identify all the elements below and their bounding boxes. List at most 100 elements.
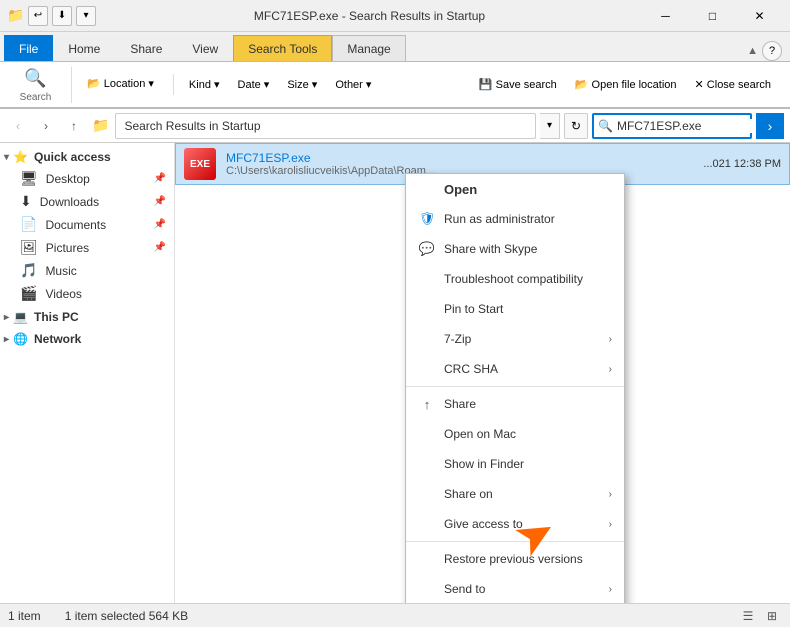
- quick-access-btn-2[interactable]: ⬇: [52, 6, 72, 26]
- main-layout: ▾ ⭐ Quick access 🖥 Desktop 📌 ⬇ Downloads…: [0, 143, 790, 603]
- sidebar-item-videos[interactable]: 🎬 Videos: [0, 282, 174, 305]
- ctx-restore-prev[interactable]: Restore previous versions: [406, 544, 624, 574]
- pin-icon: 📌: [154, 173, 166, 184]
- send-to-icon: [418, 580, 436, 598]
- quick-access-btn-1[interactable]: ↩: [28, 6, 48, 26]
- ctx-show-in-finder[interactable]: Show in Finder: [406, 449, 624, 479]
- mac-icon: [418, 425, 436, 443]
- ctx-arrow-crc: ›: [609, 364, 612, 375]
- network-section: ▸ 🌐 Network: [0, 329, 174, 349]
- file-info: MFC71ESP.exe C:\Users\karolisliucveikis\…: [226, 151, 435, 177]
- window-controls: ─ □ ✕: [643, 0, 782, 32]
- shield-icon: 🛡: [418, 210, 436, 228]
- maximize-button[interactable]: □: [690, 0, 735, 32]
- pin-icon-pic: 📌: [154, 242, 166, 253]
- quick-access-label: Quick access: [34, 150, 111, 164]
- address-bar: ‹ › ↑ 📁 Search Results in Startup ▾ ↻ 🔍 …: [0, 109, 790, 143]
- ctx-share-skype[interactable]: 💬 Share with Skype: [406, 234, 624, 264]
- tab-file[interactable]: File: [4, 35, 53, 61]
- forward-button[interactable]: ›: [34, 114, 58, 138]
- tab-search-tools[interactable]: Search Tools: [233, 35, 332, 61]
- pictures-label: Pictures: [46, 241, 89, 255]
- downloads-icon: ⬇: [20, 193, 32, 210]
- desktop-label: Desktop: [46, 172, 90, 186]
- address-path-box[interactable]: Search Results in Startup: [115, 113, 536, 139]
- quick-access-section: ▾ ⭐ Quick access 🖥 Desktop 📌 ⬇ Downloads…: [0, 147, 174, 305]
- sidebar-item-documents[interactable]: 📄 Documents 📌: [0, 213, 174, 236]
- help-button[interactable]: ?: [762, 41, 782, 61]
- app-icon: 📁: [8, 8, 24, 24]
- close-button[interactable]: ✕: [737, 0, 782, 32]
- details-view-btn[interactable]: ☰: [738, 607, 758, 625]
- ctx-arrow-share-on: ›: [609, 489, 612, 500]
- access-icon: [418, 515, 436, 533]
- open-icon: [418, 180, 436, 198]
- quick-access-header[interactable]: ▾ ⭐ Quick access: [0, 147, 174, 167]
- tab-manage[interactable]: Manage: [332, 35, 405, 61]
- ctx-sep-1: [406, 386, 624, 387]
- search-box-icon: 🔍: [598, 119, 613, 133]
- videos-icon: 🎬: [20, 285, 37, 302]
- sidebar-item-music[interactable]: 🎵 Music: [0, 259, 174, 282]
- ctx-arrow-7zip: ›: [609, 334, 612, 345]
- ribbon-search-btn[interactable]: 🔍: [19, 67, 51, 90]
- refresh-button[interactable]: ↻: [564, 113, 588, 139]
- ctx-open-on-mac[interactable]: Open on Mac: [406, 419, 624, 449]
- quick-access-btn-3[interactable]: ▾: [76, 6, 96, 26]
- ribbon-kind-btn[interactable]: Kind ▾: [182, 75, 227, 94]
- expand-icon-pc: ▸: [4, 312, 9, 323]
- ribbon-date-btn[interactable]: Date ▾: [231, 75, 277, 94]
- ctx-run-as-admin[interactable]: 🛡 Run as administrator: [406, 204, 624, 234]
- ribbon-save-search-btn[interactable]: 💾 Save search: [472, 75, 564, 94]
- sidebar-item-desktop[interactable]: 🖥 Desktop 📌: [0, 167, 174, 190]
- view-toggle: ☰ ⊞: [738, 607, 782, 625]
- expand-icon-net: ▸: [4, 334, 9, 345]
- tab-share[interactable]: Share: [115, 35, 177, 61]
- file-name: MFC71ESP.exe: [226, 151, 435, 165]
- tab-home[interactable]: Home: [53, 35, 115, 61]
- videos-label: Videos: [45, 287, 81, 301]
- ribbon-location-btn[interactable]: 📂 Location ▾: [80, 74, 161, 93]
- sidebar-item-downloads[interactable]: ⬇ Downloads 📌: [0, 190, 174, 213]
- ctx-pin-start[interactable]: Pin to Start: [406, 294, 624, 324]
- music-icon: 🎵: [20, 262, 37, 279]
- ctx-send-to[interactable]: Send to ›: [406, 574, 624, 603]
- ribbon-close-search-btn[interactable]: ✕ Close search: [688, 75, 778, 94]
- pin-icon-doc: 📌: [154, 219, 166, 230]
- network-header[interactable]: ▸ 🌐 Network: [0, 329, 174, 349]
- ribbon: File Home Share View Search Tools Manage…: [0, 32, 790, 109]
- back-button[interactable]: ‹: [6, 114, 30, 138]
- title-bar: 📁 ↩ ⬇ ▾ MFC71ESP.exe - Search Results in…: [0, 0, 790, 32]
- window-title: MFC71ESP.exe - Search Results in Startup: [96, 9, 643, 23]
- ctx-7zip[interactable]: 7-Zip ›: [406, 324, 624, 354]
- expand-icon: ▾: [4, 152, 9, 163]
- this-pc-header[interactable]: ▸ 💻 This PC: [0, 307, 174, 327]
- ctx-open[interactable]: Open: [406, 174, 624, 204]
- search-go-button[interactable]: ›: [756, 113, 784, 139]
- content-area: fish.. EXE MFC71ESP.exe C:\Users\karolis…: [175, 143, 790, 603]
- ctx-crc-sha[interactable]: CRC SHA ›: [406, 354, 624, 384]
- search-input[interactable]: [617, 119, 772, 133]
- ctx-share[interactable]: ↑ Share: [406, 389, 624, 419]
- file-type-text: EXE: [190, 159, 210, 170]
- item-selected: 1 item selected 564 KB: [65, 609, 188, 623]
- ribbon-search-label: Search: [20, 92, 52, 103]
- item-count: 1 item: [8, 609, 41, 623]
- status-bar: 1 item 1 item selected 564 KB ☰ ⊞: [0, 603, 790, 627]
- search-box: 🔍 ✕: [592, 113, 752, 139]
- ctx-share-on[interactable]: Share on ›: [406, 479, 624, 509]
- ctx-troubleshoot[interactable]: Troubleshoot compatibility: [406, 264, 624, 294]
- ribbon-other-btn[interactable]: Other ▾: [328, 75, 378, 94]
- this-pc-section: ▸ 💻 This PC: [0, 307, 174, 327]
- ribbon-size-btn[interactable]: Size ▾: [280, 75, 324, 94]
- sidebar-item-pictures[interactable]: 🖼 Pictures 📌: [0, 236, 174, 259]
- network-label: Network: [34, 332, 81, 346]
- ribbon-open-location-btn[interactable]: 📂 Open file location: [568, 75, 684, 94]
- documents-label: Documents: [45, 218, 106, 232]
- address-dropdown-btn[interactable]: ▾: [540, 113, 560, 139]
- title-bar-left: 📁 ↩ ⬇ ▾: [8, 6, 96, 26]
- minimize-button[interactable]: ─: [643, 0, 688, 32]
- up-button[interactable]: ↑: [62, 114, 86, 138]
- large-icons-view-btn[interactable]: ⊞: [762, 607, 782, 625]
- tab-view[interactable]: View: [177, 35, 233, 61]
